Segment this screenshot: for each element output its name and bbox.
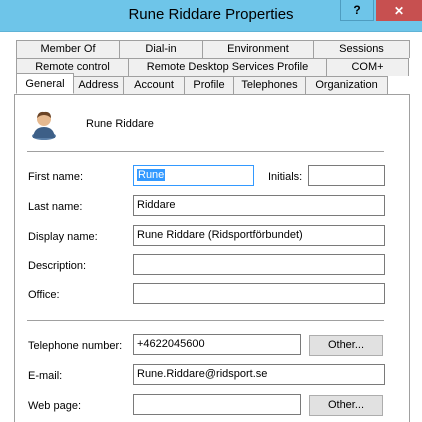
user-display-name: Rune Riddare [86,118,154,130]
tab-rds-profile[interactable]: Remote Desktop Services Profile [128,58,327,76]
display-name-field[interactable]: Rune Riddare (Ridsportförbundet) [133,225,385,246]
last-name-label: Last name: [28,201,83,213]
telephone-field[interactable]: +4622045600 [133,334,301,355]
description-field[interactable] [133,254,385,275]
user-icon [32,111,56,140]
tab-address[interactable]: Address [73,76,124,94]
tab-environment[interactable]: Environment [202,40,314,58]
tab-row-1: Member Of Dial-in Environment Sessions [16,40,410,58]
office-field[interactable] [133,283,385,304]
office-label: Office: [28,289,60,301]
title-bar: Rune Riddare Properties ? ✕ [0,0,422,32]
tab-organization[interactable]: Organization [305,76,388,94]
webpage-field[interactable] [133,394,301,415]
tab-sessions[interactable]: Sessions [313,40,410,58]
email-field[interactable]: Rune.Riddare@ridsport.se [133,364,385,385]
tab-dial-in[interactable]: Dial-in [119,40,203,58]
initials-field[interactable] [308,165,385,186]
help-button[interactable]: ? [340,0,374,21]
tab-general[interactable]: General [16,73,74,94]
divider [27,151,384,152]
first-name-label: First name: [28,171,84,183]
telephone-other-button[interactable]: Other... [309,335,383,356]
first-name-value: Rune [137,169,166,181]
initials-label: Initials: [268,171,303,183]
tab-com-plus[interactable]: COM+ [326,58,409,76]
tab-account[interactable]: Account [123,76,185,94]
divider [27,320,384,321]
tab-profile[interactable]: Profile [184,76,234,94]
last-name-field[interactable]: Riddare [133,195,385,216]
description-label: Description: [28,260,87,272]
email-label: E-mail: [28,370,63,382]
tab-telephones[interactable]: Telephones [233,76,306,94]
tab-row-2: Remote control Remote Desktop Services P… [16,58,409,76]
telephone-label: Telephone number: [28,340,123,352]
tab-row-3: General Address Account Profile Telephon… [16,73,388,94]
webpage-other-button[interactable]: Other... [309,395,383,416]
close-button[interactable]: ✕ [376,0,422,21]
tab-member-of[interactable]: Member Of [16,40,120,58]
webpage-label: Web page: [28,400,82,412]
first-name-field[interactable]: Rune [133,165,254,186]
display-name-label: Display name: [28,231,98,243]
